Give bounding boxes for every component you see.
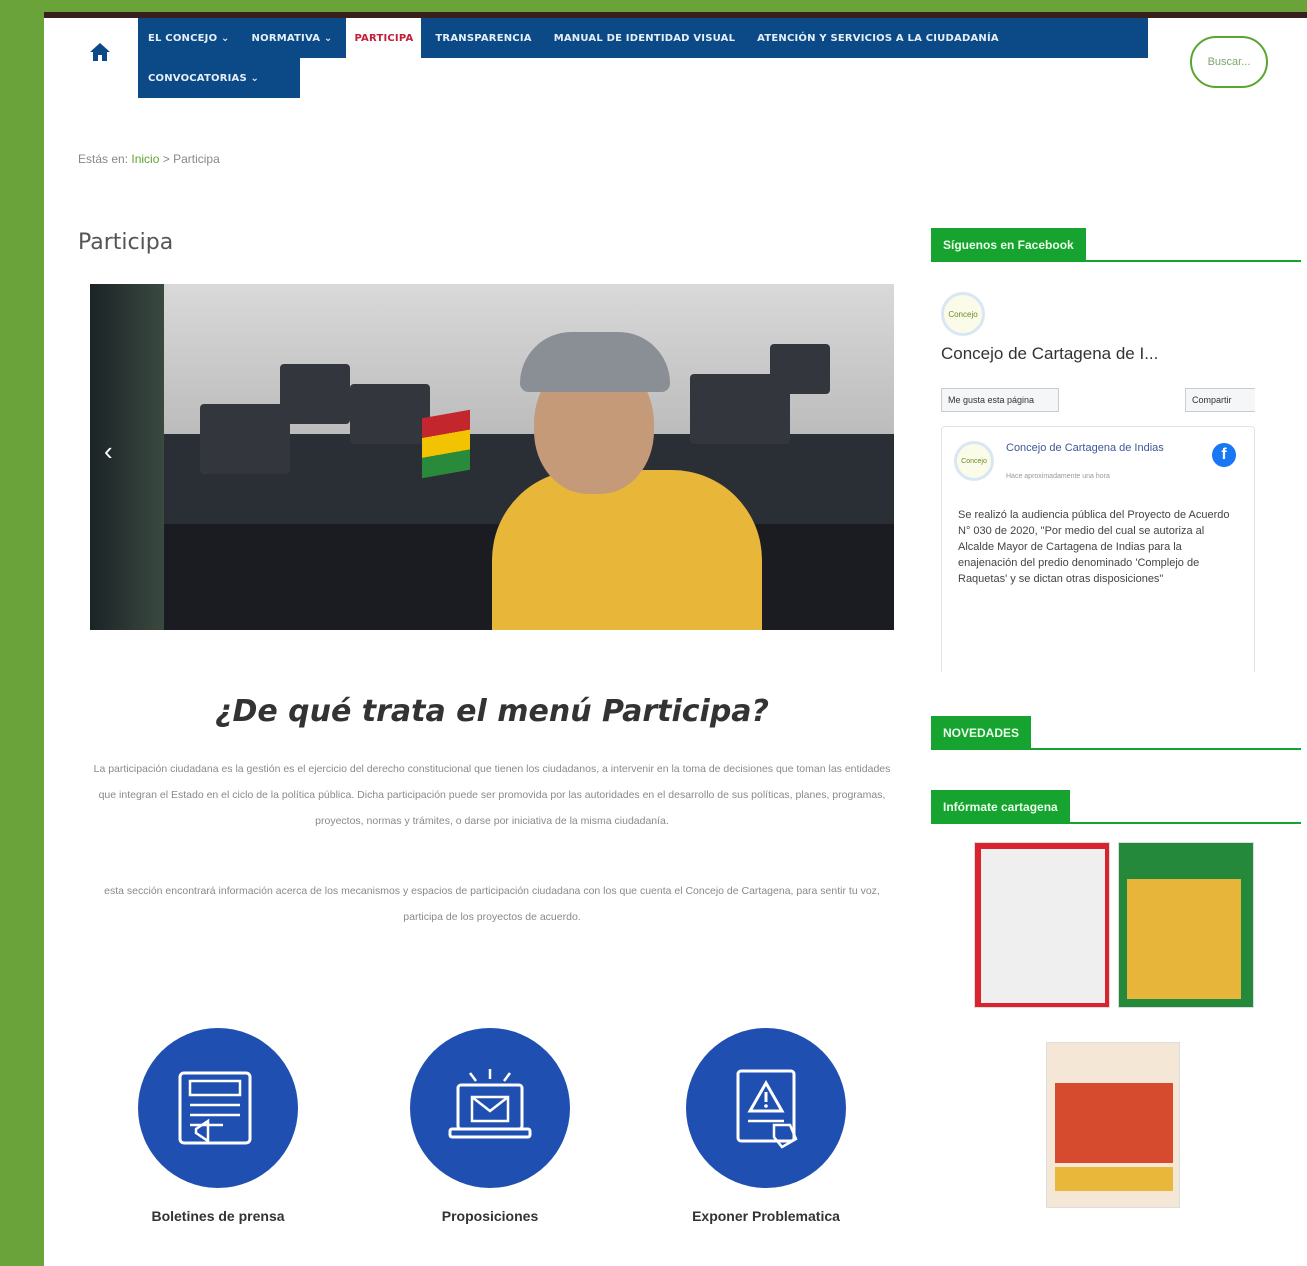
warning-document-icon bbox=[686, 1028, 846, 1188]
bolivar-flag bbox=[422, 409, 470, 479]
thumbnail-band bbox=[1055, 1083, 1173, 1163]
breadcrumb-prefix: Estás en: bbox=[78, 152, 129, 166]
breadcrumb-current: Participa bbox=[173, 152, 220, 166]
home-icon bbox=[90, 43, 110, 61]
nav-convocatorias[interactable]: CONVOCATORIAS ⌄ bbox=[148, 73, 259, 84]
search-button[interactable]: Buscar... bbox=[1190, 36, 1268, 88]
facebook-heading-label: Síguenos en Facebook bbox=[931, 228, 1086, 262]
fb-share-button[interactable]: Compartir bbox=[1185, 388, 1255, 412]
facebook-icon[interactable]: f bbox=[1212, 443, 1236, 467]
chair bbox=[280, 364, 350, 424]
section-paragraph: esta sección encontrará información acer… bbox=[104, 885, 880, 923]
carousel-prev-icon[interactable]: ‹ bbox=[104, 436, 113, 467]
chair bbox=[350, 384, 430, 444]
main-nav: EL CONCEJO ⌄ NORMATIVA ⌄ PARTICIPA TRANS… bbox=[138, 18, 1148, 58]
feature-proposiciones[interactable]: Proposiciones bbox=[390, 1028, 590, 1224]
nav-manual-identidad[interactable]: MANUAL DE IDENTIDAD VISUAL bbox=[554, 33, 735, 44]
facebook-embed[interactable]: Concejo Concejo de Cartagena de I... Me … bbox=[931, 282, 1255, 672]
page: EL CONCEJO ⌄ NORMATIVA ⌄ PARTICIPA TRANS… bbox=[44, 12, 1307, 1266]
fb-post-text: Se realizó la audiencia pública del Proy… bbox=[958, 509, 1230, 585]
informate-heading-label: Infórmate cartagena bbox=[931, 790, 1070, 824]
fb-page-name[interactable]: Concejo de Cartagena de I... bbox=[941, 344, 1158, 364]
main-nav-row-2: CONVOCATORIAS ⌄ bbox=[138, 58, 300, 98]
feature-label[interactable]: Proposiciones bbox=[390, 1208, 590, 1224]
hero-carousel[interactable]: ‹ bbox=[90, 284, 894, 630]
heading-rule bbox=[931, 822, 1301, 824]
breadcrumb-home[interactable]: Inicio bbox=[131, 152, 159, 166]
fb-like-button[interactable]: Me gusta esta página bbox=[941, 388, 1059, 412]
feature-label[interactable]: Exponer Problematica bbox=[666, 1208, 866, 1224]
informate-thumbnail[interactable] bbox=[1046, 1042, 1180, 1208]
thumbnail-body bbox=[1127, 879, 1241, 999]
heading-rule bbox=[931, 748, 1301, 750]
person-shirt bbox=[492, 470, 762, 630]
page-title: Participa bbox=[78, 230, 174, 255]
heading-rule bbox=[931, 260, 1301, 262]
feature-boletines[interactable]: Boletines de prensa bbox=[118, 1028, 318, 1224]
home-button[interactable] bbox=[86, 38, 114, 66]
section-title: ¿De qué trata el menú Participa? bbox=[215, 694, 769, 729]
feature-label[interactable]: Boletines de prensa bbox=[118, 1208, 318, 1224]
nav-normativa[interactable]: NORMATIVA ⌄ bbox=[252, 33, 333, 44]
person-cap bbox=[520, 332, 670, 392]
feature-exponer-problematica[interactable]: Exponer Problematica bbox=[666, 1028, 866, 1224]
informate-thumbnail[interactable] bbox=[1118, 842, 1254, 1008]
concejo-logo: Concejo bbox=[954, 441, 994, 481]
email-laptop-icon bbox=[410, 1028, 570, 1188]
intro-paragraph: La participación ciudadana es la gestión… bbox=[93, 763, 891, 827]
nav-participa[interactable]: PARTICIPA bbox=[346, 18, 422, 58]
newspaper-icon bbox=[138, 1028, 298, 1188]
breadcrumb: Estás en: Inicio > Participa bbox=[78, 152, 220, 166]
nav-atencion[interactable]: ATENCIÓN Y SERVICIOS A LA CIUDADANÍA bbox=[757, 33, 999, 44]
thumbnail-frame bbox=[975, 843, 1109, 1007]
informate-thumbnail[interactable] bbox=[974, 842, 1110, 1008]
chair bbox=[200, 404, 290, 474]
fb-post: Concejo Concejo de Cartagena de Indias H… bbox=[941, 426, 1255, 672]
hero-left-shade bbox=[90, 284, 164, 630]
novedades-heading-label: NOVEDADES bbox=[931, 716, 1032, 750]
chair bbox=[770, 344, 830, 394]
nav-el-concejo[interactable]: EL CONCEJO ⌄ bbox=[148, 33, 230, 44]
nav-transparencia[interactable]: TRANSPARENCIA bbox=[435, 33, 531, 44]
concejo-logo: Concejo bbox=[941, 292, 985, 336]
fb-post-title[interactable]: Concejo de Cartagena de Indias bbox=[1006, 441, 1196, 455]
breadcrumb-separator: > bbox=[162, 152, 170, 166]
fb-post-time: Hace aproximadamente una hora bbox=[1006, 473, 1110, 480]
thumbnail-band bbox=[1055, 1167, 1173, 1191]
